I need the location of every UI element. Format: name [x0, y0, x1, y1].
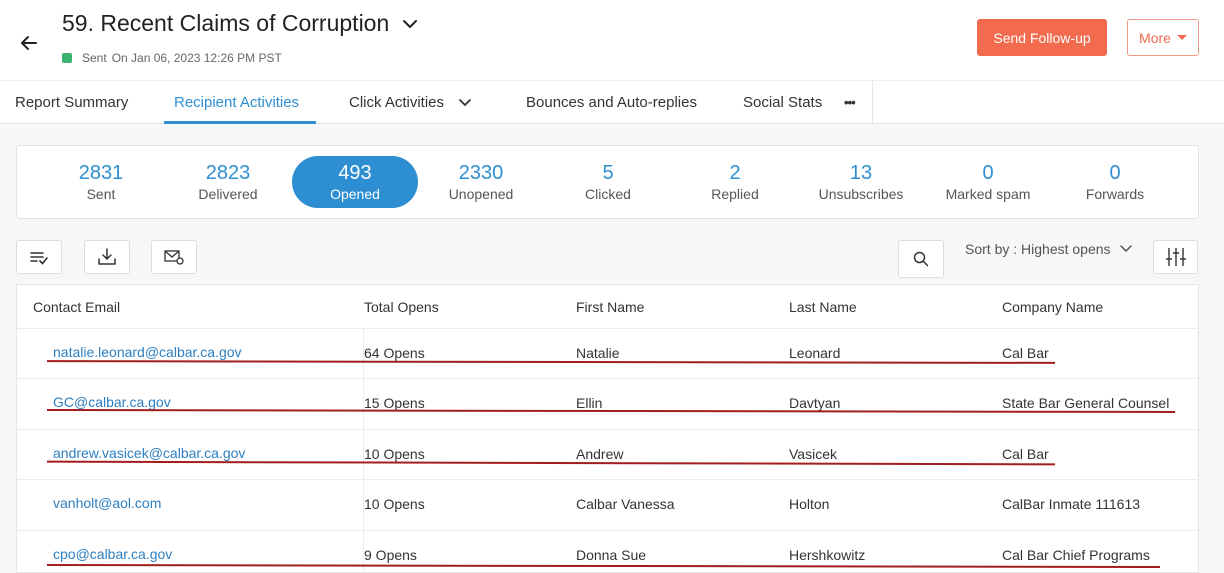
stat-label: Unsubscribes: [818, 186, 904, 202]
tab-click-activities-label: Click Activities: [349, 94, 445, 111]
download-button[interactable]: [84, 240, 130, 274]
stat-delivered[interactable]: 2823 Delivered: [165, 146, 291, 218]
stat-label: Unopened: [448, 186, 514, 202]
table-row[interactable]: andrew.vasicek@calbar.ca.gov 10 Opens An…: [17, 429, 1198, 479]
list-select-button[interactable]: [16, 240, 62, 274]
stat-value: 2823: [205, 162, 251, 184]
column-header-first-name[interactable]: First Name: [576, 299, 644, 315]
report-tabs: Report Summary Recipient Activities Clic…: [0, 80, 1224, 124]
chevron-down-icon: [1119, 245, 1132, 253]
stat-value: 493: [338, 162, 372, 184]
table-row[interactable]: GC@calbar.ca.gov 15 Opens Ellin Davtyan …: [17, 378, 1198, 428]
contact-email-link[interactable]: vanholt@aol.com: [53, 495, 161, 511]
contact-email-link[interactable]: natalie.leonard@calbar.ca.gov: [53, 344, 242, 360]
more-label: More: [1139, 29, 1171, 46]
title-row[interactable]: 59. Recent Claims of Corruption: [62, 10, 419, 37]
stat-label: Replied: [711, 186, 759, 202]
company-name: Cal Bar Chief Programs: [1002, 547, 1150, 563]
first-name: Natalie: [576, 345, 620, 361]
stat-forwards[interactable]: 0 Forwards: [1052, 146, 1178, 218]
stat-value: 2330: [458, 162, 504, 184]
total-opens: 64 Opens: [364, 345, 425, 361]
tab-bounces[interactable]: Bounces and Auto-replies: [526, 81, 697, 124]
stat-opened[interactable]: 493 Opened: [292, 156, 418, 208]
stats-bar: 2831 Sent 2823 Delivered 493 Opened 2330…: [16, 145, 1199, 219]
column-header-last-name[interactable]: Last Name: [789, 299, 857, 315]
stat-sent[interactable]: 2831 Sent: [38, 146, 164, 218]
report-header: 59. Recent Claims of Corruption Sent On …: [0, 0, 1224, 80]
more-tabs-icon[interactable]: •••: [844, 81, 856, 124]
total-opens: 10 Opens: [364, 446, 425, 462]
table-row[interactable]: vanholt@aol.com 10 Opens Calbar Vanessa …: [17, 479, 1198, 529]
stat-label: Delivered: [198, 186, 258, 202]
tab-social-stats[interactable]: Social Stats: [743, 81, 822, 124]
sort-label: Sort by : Highest opens: [965, 241, 1111, 257]
search-icon: [913, 251, 929, 267]
page-title: 59. Recent Claims of Corruption: [62, 10, 390, 36]
stat-value: 2831: [78, 162, 124, 184]
sort-dropdown[interactable]: Sort by : Highest opens: [965, 241, 1133, 257]
recipients-table: Contact Email Total Opens First Name Las…: [16, 284, 1199, 573]
stat-value: 0: [1109, 162, 1121, 184]
last-name: Holton: [789, 496, 830, 512]
stat-label: Marked spam: [945, 186, 1031, 202]
filter-settings-button[interactable]: [1153, 240, 1198, 274]
tab-report-summary[interactable]: Report Summary: [15, 81, 128, 124]
last-name: Vasicek: [789, 446, 837, 462]
sent-status: Sent On Jan 06, 2023 12:26 PM PST: [62, 51, 282, 65]
column-header-opens[interactable]: Total Opens: [364, 299, 439, 315]
back-arrow-icon[interactable]: [18, 32, 40, 54]
contact-email-link[interactable]: andrew.vasicek@calbar.ca.gov: [53, 445, 245, 461]
last-name: Leonard: [789, 345, 841, 361]
last-name: Davtyan: [789, 395, 841, 411]
column-header-company[interactable]: Company Name: [1002, 299, 1103, 315]
stat-label: Sent: [86, 186, 116, 202]
stat-replied[interactable]: 2 Replied: [672, 146, 798, 218]
sent-timestamp: On Jan 06, 2023 12:26 PM PST: [111, 51, 282, 65]
contact-email-link[interactable]: GC@calbar.ca.gov: [53, 394, 171, 410]
stat-unopened[interactable]: 2330 Unopened: [418, 146, 544, 218]
tab-click-activities[interactable]: Click Activities: [349, 81, 472, 124]
company-name: CalBar Inmate 111613: [1002, 496, 1141, 512]
stat-marked-spam[interactable]: 0 Marked spam: [925, 146, 1051, 218]
stat-clicked[interactable]: 5 Clicked: [545, 146, 671, 218]
company-name: State Bar General Counsel: [1002, 395, 1170, 411]
table-row[interactable]: natalie.leonard@calbar.ca.gov 64 Opens N…: [17, 328, 1198, 378]
stat-label: Clicked: [585, 186, 631, 202]
download-icon: [98, 248, 116, 265]
first-name: Ellin: [576, 395, 603, 411]
company-name: Cal Bar: [1002, 446, 1049, 462]
stat-unsubscribes[interactable]: 13 Unsubscribes: [798, 146, 924, 218]
caret-down-icon: [1176, 35, 1187, 40]
envelope-gear-icon: [164, 250, 184, 265]
column-header-email[interactable]: Contact Email: [33, 299, 120, 315]
stat-value: 5: [602, 162, 614, 184]
search-button[interactable]: [898, 240, 944, 278]
chevron-down-icon: [459, 98, 471, 106]
tab-recipient-activities[interactable]: Recipient Activities: [174, 81, 299, 124]
stat-label: Forwards: [1085, 186, 1145, 202]
stat-value: 0: [982, 162, 994, 184]
stat-label: Opened: [330, 186, 380, 202]
total-opens: 10 Opens: [364, 496, 425, 512]
first-name: Donna Sue: [576, 547, 647, 563]
contact-email-link[interactable]: cpo@calbar.ca.gov: [53, 546, 172, 562]
email-settings-button[interactable]: [151, 240, 197, 274]
status-indicator-icon: [62, 53, 72, 63]
first-name: Calbar Vanessa: [576, 496, 675, 512]
chevron-down-icon[interactable]: [401, 15, 419, 33]
first-name: Andrew: [576, 446, 624, 462]
list-check-icon: [30, 252, 48, 265]
status-label: Sent: [82, 51, 107, 65]
last-name: Hershkowitz: [789, 547, 866, 563]
sliders-icon: [1165, 248, 1186, 266]
total-opens: 9 Opens: [364, 547, 417, 563]
stat-value: 2: [729, 162, 741, 184]
stat-value: 13: [849, 162, 873, 184]
tab-divider: [872, 81, 873, 124]
company-name: Cal Bar: [1002, 345, 1049, 361]
send-followup-button[interactable]: Send Follow-up: [977, 19, 1107, 56]
more-button[interactable]: More: [1127, 19, 1199, 56]
